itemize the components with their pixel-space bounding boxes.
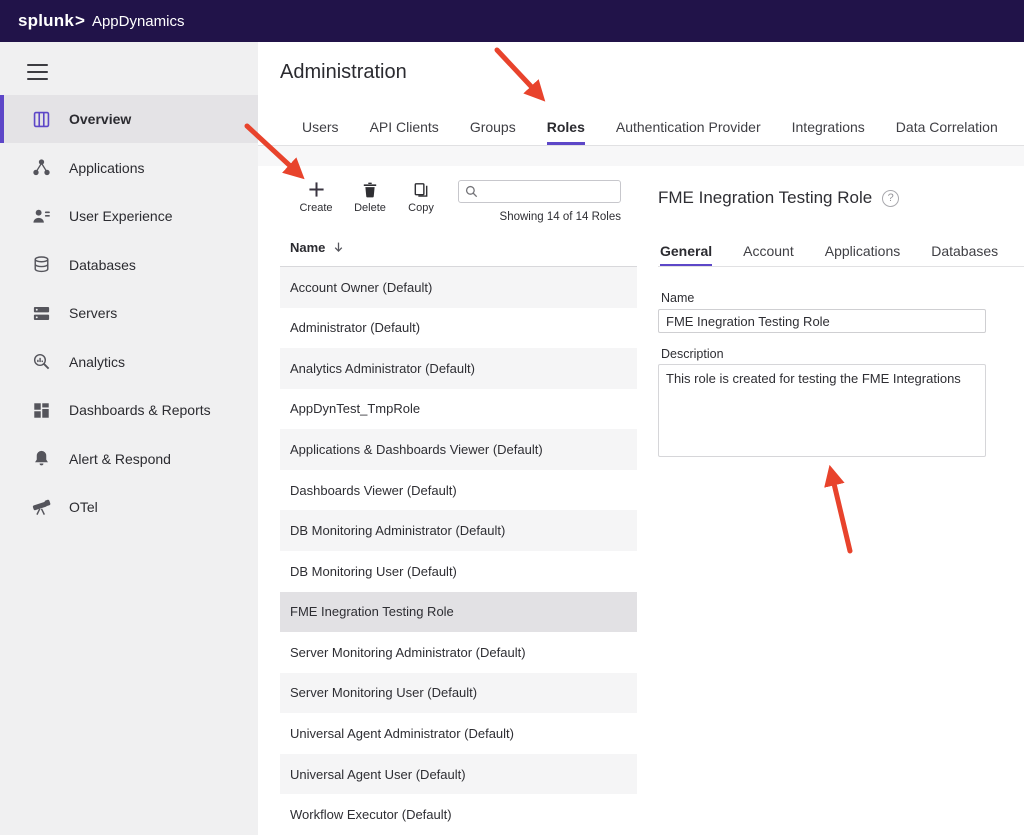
- content-strip: [258, 146, 1024, 166]
- tab-users[interactable]: Users: [302, 109, 339, 145]
- sidebar-nav: Overview Applications User Experience Da…: [0, 95, 258, 532]
- delete-button-label: Delete: [348, 202, 392, 214]
- databases-icon: [30, 254, 52, 276]
- role-description-input[interactable]: This role is created for testing the FME…: [658, 364, 986, 457]
- table-row[interactable]: Administrator (Default): [280, 308, 637, 349]
- bell-icon: [30, 448, 52, 470]
- sidebar-item-label: Applications: [69, 160, 145, 176]
- tab-roles[interactable]: Roles: [547, 109, 585, 145]
- copy-button-label: Copy: [399, 202, 443, 214]
- sidebar-item-label: User Experience: [69, 208, 173, 224]
- admin-tabs: Users API Clients Groups Roles Authentic…: [258, 109, 1024, 145]
- sidebar-item-analytics[interactable]: Analytics: [0, 337, 258, 386]
- telescope-icon: [30, 496, 52, 518]
- table-row[interactable]: Server Monitoring Administrator (Default…: [280, 632, 637, 673]
- table-row[interactable]: Applications & Dashboards Viewer (Defaul…: [280, 429, 637, 470]
- help-icon[interactable]: ?: [882, 190, 899, 207]
- sidebar-item-overview[interactable]: Overview: [0, 95, 258, 144]
- table-row[interactable]: Dashboards Viewer (Default): [280, 470, 637, 511]
- sidebar: Overview Applications User Experience Da…: [0, 42, 258, 835]
- tab-databases[interactable]: Databases: [931, 236, 998, 266]
- trash-icon: [348, 178, 392, 198]
- roles-toolbar: Create Delete Copy: [280, 166, 637, 228]
- sidebar-item-label: Alert & Respond: [69, 451, 171, 467]
- tab-integrations[interactable]: Integrations: [792, 109, 865, 145]
- sidebar-item-label: Overview: [69, 111, 131, 127]
- sidebar-item-label: Databases: [69, 257, 136, 273]
- appdynamics-logo: AppDynamics: [92, 13, 185, 30]
- create-button[interactable]: Create: [294, 178, 338, 214]
- page-title: Administration: [280, 61, 407, 84]
- tab-applications[interactable]: Applications: [825, 236, 901, 266]
- tab-api-clients[interactable]: API Clients: [370, 109, 439, 145]
- splunk-logo: splunk: [18, 11, 74, 31]
- topbar: splunk > AppDynamics: [0, 0, 1024, 42]
- roles-count: Showing 14 of 14 Roles: [500, 211, 621, 223]
- sidebar-item-label: Servers: [69, 305, 117, 321]
- delete-button[interactable]: Delete: [348, 178, 392, 214]
- roles-list-panel: Create Delete Copy: [280, 166, 637, 835]
- copy-icon: [399, 178, 443, 198]
- tab-data-correlation[interactable]: Data Correlation: [896, 109, 998, 145]
- role-detail-tabs: General Account Applications Databases: [660, 236, 1024, 266]
- table-row[interactable]: Account Owner (Default): [280, 267, 637, 308]
- role-detail-title: FME Inegration Testing Role: [658, 188, 872, 208]
- table-row[interactable]: DB Monitoring User (Default): [280, 551, 637, 592]
- sidebar-item-label: OTel: [69, 499, 98, 515]
- sidebar-item-otel[interactable]: OTel: [0, 483, 258, 532]
- create-button-label: Create: [294, 202, 338, 214]
- sidebar-item-databases[interactable]: Databases: [0, 240, 258, 289]
- hamburger-menu-icon[interactable]: [27, 64, 48, 80]
- table-header[interactable]: Name: [280, 228, 637, 267]
- roles-table: Account Owner (Default) Administrator (D…: [280, 267, 637, 835]
- sidebar-item-user-experience[interactable]: User Experience: [0, 192, 258, 241]
- search-box[interactable]: [458, 180, 621, 203]
- search-icon: [465, 185, 478, 198]
- sidebar-item-alert-respond[interactable]: Alert & Respond: [0, 434, 258, 483]
- sidebar-item-label: Dashboards & Reports: [69, 402, 211, 418]
- table-row-selected[interactable]: FME Inegration Testing Role: [280, 592, 637, 633]
- splunk-logo-chevron: >: [75, 11, 85, 31]
- tab-general[interactable]: General: [660, 236, 712, 266]
- role-detail-panel: FME Inegration Testing Role ? General Ac…: [658, 166, 1024, 835]
- name-field-label: Name: [661, 291, 694, 305]
- name-column-header: Name: [290, 240, 325, 255]
- tab-groups[interactable]: Groups: [470, 109, 516, 145]
- table-row[interactable]: DB Monitoring Administrator (Default): [280, 510, 637, 551]
- copy-button[interactable]: Copy: [399, 178, 443, 214]
- sort-desc-icon[interactable]: [333, 241, 344, 253]
- sidebar-item-applications[interactable]: Applications: [0, 143, 258, 192]
- applications-icon: [30, 157, 52, 179]
- table-row[interactable]: Server Monitoring User (Default): [280, 673, 637, 714]
- sidebar-item-label: Analytics: [69, 354, 125, 370]
- main-content: Administration Users API Clients Groups …: [258, 42, 1024, 835]
- servers-icon: [30, 302, 52, 324]
- dashboards-icon: [30, 399, 52, 421]
- tab-authentication-provider[interactable]: Authentication Provider: [616, 109, 761, 145]
- plus-icon: [294, 178, 338, 198]
- table-row[interactable]: Universal Agent Administrator (Default): [280, 713, 637, 754]
- overview-icon: [30, 108, 52, 130]
- search-input[interactable]: [483, 185, 614, 199]
- table-row[interactable]: Universal Agent User (Default): [280, 754, 637, 795]
- role-name-input[interactable]: [658, 309, 986, 333]
- user-experience-icon: [30, 205, 52, 227]
- table-row[interactable]: Analytics Administrator (Default): [280, 348, 637, 389]
- screen: splunk > AppDynamics Overview Applicatio…: [0, 0, 1024, 835]
- sidebar-item-dashboards-reports[interactable]: Dashboards & Reports: [0, 386, 258, 435]
- table-row[interactable]: AppDynTest_TmpRole: [280, 389, 637, 430]
- sidebar-item-servers[interactable]: Servers: [0, 289, 258, 338]
- tab-account[interactable]: Account: [743, 236, 794, 266]
- table-row[interactable]: Workflow Executor (Default): [280, 794, 637, 835]
- description-field-label: Description: [661, 347, 724, 361]
- analytics-icon: [30, 351, 52, 373]
- detail-tabs-divider: [658, 266, 1024, 267]
